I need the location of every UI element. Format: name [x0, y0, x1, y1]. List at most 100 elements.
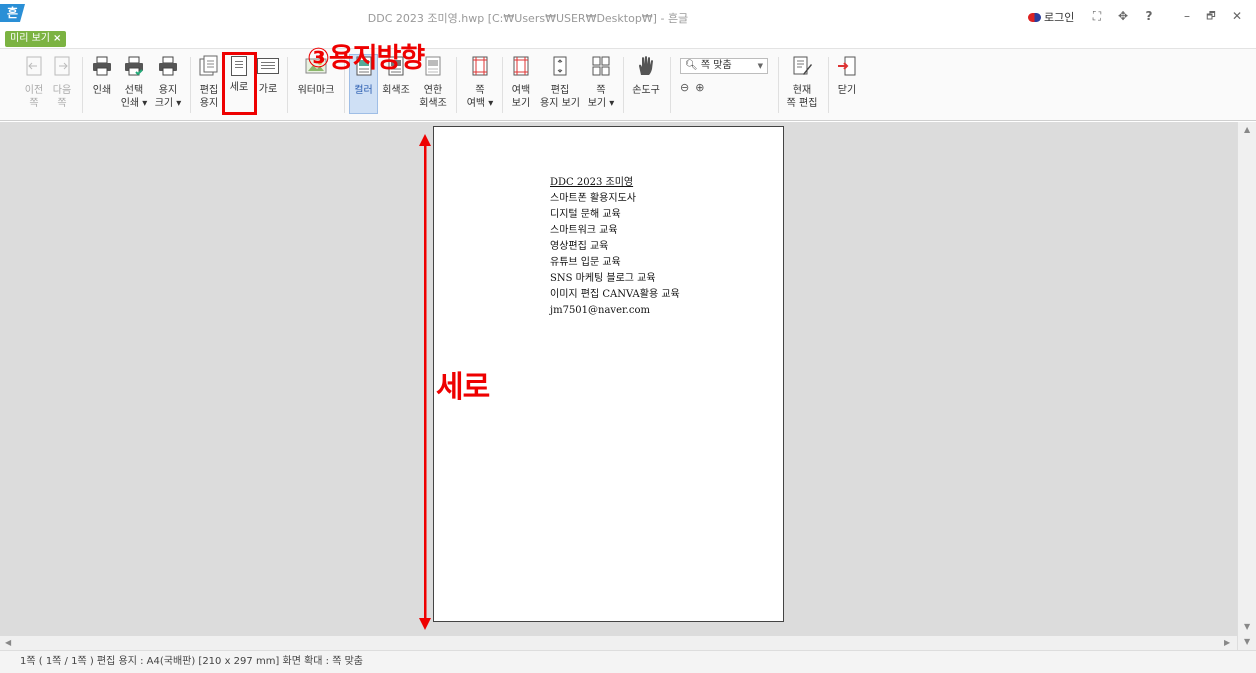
edit-paper-view-button[interactable]: 편집 용지 보기: [538, 55, 582, 110]
scroll-left-icon[interactable]: ◀: [5, 638, 11, 647]
divider: [778, 57, 779, 113]
print-label: 인쇄: [92, 85, 112, 96]
fullscreen-icon[interactable]: ⛶: [1090, 9, 1104, 24]
document-line: 스마트워크 교육: [550, 225, 618, 236]
edit-paper-view-label-2: 용지 보기: [540, 98, 580, 109]
page-margin-label-1: 쪽: [475, 85, 485, 96]
margin-view-icon: [513, 56, 529, 76]
prev-page-button[interactable]: 이전 쪽: [21, 55, 47, 110]
next-page-icon: [54, 56, 70, 76]
close-window-button[interactable]: ✕: [1230, 9, 1244, 23]
page-margin-label-2: 여백 ▾: [466, 98, 494, 109]
hand-icon: [639, 56, 653, 75]
horizontal-scrollbar[interactable]: ◀ ▶: [0, 636, 1237, 650]
login-icon: [1028, 12, 1041, 22]
divider: [670, 57, 671, 113]
landscape-label: 가로: [258, 84, 278, 95]
document-line: 이미지 편집 CANVA활용 교육: [550, 289, 680, 300]
document-line: SNS 마케팅 블로그 교육: [550, 273, 656, 284]
tab-row: 미리 보기 ×: [0, 30, 1256, 48]
help-icon[interactable]: ?: [1142, 9, 1156, 23]
landscape-icon: [257, 58, 279, 74]
current-page-edit-button[interactable]: 현재 쪽 편집: [783, 55, 821, 110]
tab-preview[interactable]: 미리 보기 ×: [5, 31, 67, 47]
title-bar: 흔 DDC 2023 조미영.hwp [C:₩Users₩USER₩Deskto…: [0, 0, 1256, 30]
search-icon: 🔍︎: [685, 60, 698, 71]
divider: [190, 57, 191, 113]
orientation-label: 세로: [436, 370, 490, 405]
chevron-down-icon: ▼: [757, 62, 763, 70]
scroll-down-icon[interactable]: ▼: [1244, 637, 1250, 646]
prev-label-1: 이전: [24, 85, 44, 96]
paper-size-button[interactable]: 용지 크기 ▾: [153, 55, 183, 110]
next-label-1: 다음: [52, 85, 72, 96]
vertical-arrow-icon: [419, 134, 431, 630]
paper-size-label-1: 용지: [158, 85, 178, 96]
page-margin-button[interactable]: 쪽 여백 ▾: [465, 55, 495, 110]
document-content: DDC 2023 조미영 스마트폰 활용지도사 디지털 문해 교육 스마트워크 …: [550, 175, 680, 319]
select-print-label-1: 선택: [124, 85, 144, 96]
watermark-label: 워터마크: [297, 85, 335, 96]
paper-size-label-2: 크기 ▾: [154, 98, 182, 109]
login-label: 로그인: [1044, 11, 1075, 24]
document-line: 영상편집 교육: [550, 241, 609, 252]
close-icon[interactable]: ×: [53, 31, 61, 47]
document-line: 디지털 문해 교육: [550, 209, 621, 220]
status-text: 1쪽 ( 1쪽 / 1쪽 ) 편집 용지 : A4(국배판) [210 x 29…: [20, 656, 363, 667]
window-title: DDC 2023 조미영.hwp [C:₩Users₩USER₩Desktop₩…: [367, 12, 689, 25]
move-icon[interactable]: ✥: [1116, 9, 1130, 23]
close-preview-button[interactable]: 닫기: [833, 55, 861, 97]
divider: [82, 57, 83, 113]
scroll-down-icon[interactable]: ▼: [1244, 622, 1250, 631]
status-bar: 1쪽 ( 1쪽 / 1쪽 ) 편집 용지 : A4(국배판) [210 x 29…: [0, 650, 1256, 673]
light-gray-label-2: 회색조: [419, 98, 447, 109]
select-print-icon: [125, 56, 143, 76]
light-gray-label-1: 연한: [423, 85, 443, 96]
vertical-scrollbar[interactable]: ▲ ▼ ▼: [1237, 122, 1256, 650]
zoom-select[interactable]: 🔍︎ 쪽 맞춤 ▼: [680, 58, 768, 74]
divider: [287, 57, 288, 113]
minimize-button[interactable]: –: [1180, 9, 1194, 23]
document-line: DDC 2023 조미영: [550, 177, 634, 188]
landscape-icon-wrap: [257, 58, 279, 80]
hand-tool-label: 손도구: [632, 85, 660, 96]
exit-icon: [838, 56, 856, 76]
page-margin-icon: [472, 56, 488, 76]
divider: [456, 57, 457, 113]
scroll-right-icon[interactable]: ▶: [1224, 638, 1230, 647]
edit-paper-label-2: 용지: [199, 98, 219, 109]
page-view-button[interactable]: 쪽 보기 ▾: [586, 55, 616, 110]
grayscale-label: 회색조: [382, 85, 410, 96]
next-page-button[interactable]: 다음 쪽: [49, 55, 75, 110]
zoom-buttons: ⊖ ⊕: [680, 81, 704, 94]
edit-paper-view-icon: [553, 56, 567, 76]
paper-orientation-callout: ③용지방향: [307, 43, 425, 74]
restore-button[interactable]: 🗗: [1204, 9, 1218, 26]
select-print-button[interactable]: 선택 인쇄 ▾: [119, 55, 149, 110]
zoom-out-icon[interactable]: ⊖: [680, 81, 689, 94]
current-page-edit-label-1: 현재: [792, 85, 812, 96]
close-label: 닫기: [837, 85, 857, 96]
margin-view-button[interactable]: 여백 보기: [507, 55, 535, 110]
zoom-in-icon[interactable]: ⊕: [695, 81, 704, 94]
page-view-icon: [592, 56, 610, 76]
prev-page-icon: [26, 56, 42, 76]
divider: [623, 57, 624, 113]
login-button[interactable]: 로그인: [1028, 9, 1074, 25]
edit-paper-label-1: 편집: [199, 85, 219, 96]
document-line: 유튜브 입문 교육: [550, 257, 621, 268]
margin-view-label-1: 여백: [511, 85, 531, 96]
scroll-up-icon[interactable]: ▲: [1244, 125, 1250, 134]
edit-paper-icon: [199, 55, 218, 76]
preview-toolbar: 이전 쪽 다음 쪽 인쇄 선택 인쇄 ▾ 용지 크기 ▾ 편집 용지 세로 가로…: [0, 48, 1256, 121]
hand-tool-button[interactable]: 손도구: [630, 55, 662, 97]
landscape-button[interactable]: 가로: [255, 55, 281, 96]
print-button[interactable]: 인쇄: [88, 55, 116, 97]
edit-paper-view-label-1: 편집: [550, 85, 570, 96]
current-page-edit-label-2: 쪽 편집: [786, 98, 818, 109]
portrait-highlight-box: [222, 52, 257, 115]
color-label: 컬러: [354, 85, 373, 96]
page-view-label-2: 보기 ▾: [587, 98, 615, 109]
edit-paper-button[interactable]: 편집 용지: [195, 55, 223, 110]
page-view-label-1: 쪽: [596, 85, 606, 96]
